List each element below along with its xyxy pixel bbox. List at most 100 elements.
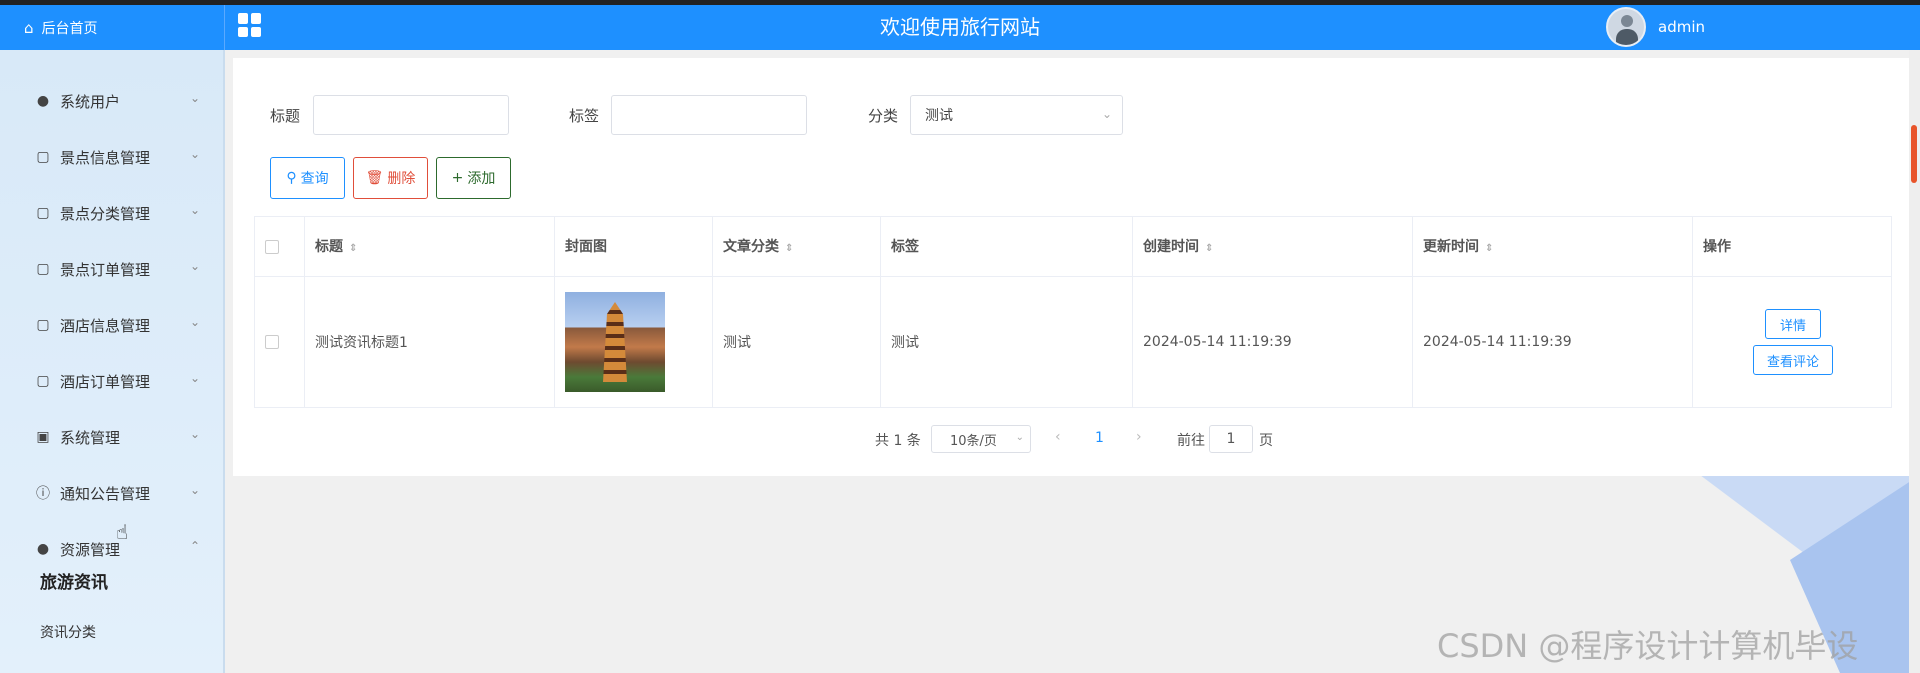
site-title-text: 欢迎使用旅行网站 [880, 15, 1040, 39]
title-filter-input[interactable] [313, 95, 509, 135]
page-number-current[interactable]: 1 [1095, 430, 1104, 446]
detail-button[interactable]: 详情 [1765, 309, 1821, 339]
chevron-down-icon: ⌄ [190, 203, 201, 217]
sidebar-item-label: 景点信息管理 [60, 148, 151, 167]
avatar [1606, 7, 1646, 47]
cell-category: 测试 [713, 277, 881, 407]
sidebar-item-label: 景点订单管理 [60, 260, 151, 279]
sort-icon[interactable]: ⇕ [349, 243, 357, 254]
view-comments-button[interactable]: 查看评论 [1753, 345, 1833, 375]
sidebar: ● 系统用户 ⌄ ▢ 景点信息管理 ⌄ ▢ 景点分类管理 ⌄ ▢ 景点订单管理 … [0, 50, 225, 673]
category-filter-select[interactable]: 测试 ⌄ [910, 95, 1123, 135]
tag-filter-label: 标签 [569, 107, 600, 125]
cell-tag: 测试 [881, 277, 1133, 407]
sidebar-item-label: 系统用户 [60, 92, 121, 111]
column-header-tag: 标签 [881, 217, 1133, 277]
category-filter-value: 测试 [925, 108, 953, 124]
cell-title: 测试资讯标题1 [305, 277, 555, 407]
chevron-down-icon: ⌄ [190, 371, 201, 385]
goto-page-input[interactable]: 1 [1209, 425, 1253, 453]
home-label: 后台首页 [41, 20, 98, 37]
home-icon: ⌂ [24, 18, 34, 37]
file-icon: ▢ [36, 205, 50, 221]
file-icon: ▢ [36, 261, 50, 277]
column-header-label: 标签 [891, 239, 919, 255]
sidebar-subitem-travel-news[interactable]: 旅游资讯 [40, 568, 108, 593]
sidebar-item-attraction-category[interactable]: ▢ 景点分类管理 ⌄ [0, 185, 225, 241]
chevron-down-icon: ⌄ [190, 147, 201, 161]
chevron-down-icon: ⌄ [1015, 432, 1024, 443]
column-header-actions: 操作 [1693, 217, 1891, 277]
info-icon: ⓘ [36, 486, 50, 502]
delete-button[interactable]: 🗑 删除 [353, 157, 428, 199]
sidebar-item-notices[interactable]: ⓘ 通知公告管理 ⌄ [0, 465, 225, 521]
page-scrollbar[interactable] [1909, 50, 1920, 673]
prev-page-button[interactable]: ‹ [1055, 429, 1061, 445]
sidebar-item-attraction-info[interactable]: ▢ 景点信息管理 ⌄ [0, 129, 225, 185]
username: admin [1658, 18, 1705, 36]
sidebar-item-hotel-orders[interactable]: ▢ 酒店订单管理 ⌄ [0, 353, 225, 409]
content-card: 标题 标签 分类 测试 ⌄ ⚲ 查询 🗑 删除 + 添加 标题 ⇕ 封面图 文章分… [233, 58, 1911, 476]
page-suffix: 页 [1259, 433, 1273, 449]
sidebar-item-label: 酒店信息管理 [60, 316, 151, 335]
file-icon: ▢ [36, 317, 50, 333]
title-filter-label: 标题 [270, 107, 301, 125]
sidebar-item-label: 通知公告管理 [60, 484, 151, 503]
query-button[interactable]: ⚲ 查询 [270, 157, 345, 199]
chevron-down-icon: ⌄ [190, 427, 201, 441]
chevron-down-icon: ⌄ [190, 91, 201, 105]
column-header-category[interactable]: 文章分类 ⇕ [713, 217, 881, 277]
sidebar-subitem-news-category[interactable]: 资讯分类 [40, 622, 96, 642]
sort-icon[interactable]: ⇕ [785, 243, 793, 254]
picture-icon: ▣ [36, 429, 50, 445]
sidebar-item-hotel-info[interactable]: ▢ 酒店信息管理 ⌄ [0, 297, 225, 353]
sort-icon[interactable]: ⇕ [1205, 243, 1213, 254]
next-page-button[interactable]: › [1136, 429, 1142, 445]
row-checkbox[interactable] [265, 335, 279, 349]
row-select-cell [255, 277, 305, 407]
plus-icon: + [451, 170, 464, 186]
top-header: ⌂ 后台首页 欢迎使用旅行网站 admin [0, 5, 1920, 50]
home-link[interactable]: ⌂ 后台首页 [0, 5, 225, 50]
query-button-label: 查询 [300, 171, 329, 187]
tag-filter-input[interactable] [611, 95, 807, 135]
user-icon: ● [36, 93, 50, 109]
delete-button-label: 删除 [387, 171, 416, 187]
chevron-down-icon: ⌄ [1101, 107, 1112, 121]
column-header-label: 创建时间 [1143, 239, 1199, 255]
scrollbar-thumb[interactable] [1911, 125, 1917, 183]
column-header-cover: 封面图 [555, 217, 713, 277]
select-all-checkbox[interactable] [265, 239, 279, 254]
chevron-down-icon: ⌄ [190, 315, 201, 329]
chevron-down-icon: ⌄ [190, 259, 201, 273]
add-button[interactable]: + 添加 [436, 157, 511, 199]
goto-label: 前往 [1177, 433, 1205, 449]
mouse-cursor-icon: ☝ [116, 520, 129, 544]
sidebar-item-attraction-orders[interactable]: ▢ 景点订单管理 ⌄ [0, 241, 225, 297]
sidebar-item-system-management[interactable]: ▣ 系统管理 ⌄ [0, 409, 225, 465]
column-header-label: 文章分类 [723, 239, 779, 255]
column-header-title[interactable]: 标题 ⇕ [305, 217, 555, 277]
sidebar-item-label: 景点分类管理 [60, 204, 151, 223]
cell-actions: 详情 查看评论 [1693, 277, 1891, 407]
page-size-select[interactable]: 10条/页 ⌄ [931, 425, 1031, 453]
column-header-updated[interactable]: 更新时间 ⇕ [1413, 217, 1693, 277]
sort-icon[interactable]: ⇕ [1485, 243, 1493, 254]
pagination-total: 共 1 条 [875, 433, 921, 449]
user-menu[interactable]: admin [1606, 7, 1705, 47]
sidebar-item-resources[interactable]: ● 资源管理 ⌃ [0, 521, 225, 577]
sidebar-item-label: 系统管理 [60, 428, 121, 447]
cell-created: 2024-05-14 11:19:39 [1133, 277, 1413, 407]
menu-grid-icon[interactable] [238, 13, 262, 37]
cover-image[interactable] [565, 292, 665, 392]
search-icon: ⚲ [286, 170, 297, 186]
watermark: CSDN @程序设计计算机毕设 [1437, 627, 1859, 665]
bulb-icon: ● [36, 541, 50, 557]
data-table: 标题 ⇕ 封面图 文章分类 ⇕ 标签 创建时间 ⇕ 更新时间 ⇕ 操作 测试资讯标题1 … [254, 216, 1892, 408]
column-header-label: 标题 [315, 239, 343, 255]
cell-updated: 2024-05-14 11:19:39 [1413, 277, 1693, 407]
column-header-label: 封面图 [565, 239, 607, 255]
file-icon: ▢ [36, 149, 50, 165]
sidebar-item-system-users[interactable]: ● 系统用户 ⌄ [0, 73, 225, 129]
column-header-created[interactable]: 创建时间 ⇕ [1133, 217, 1413, 277]
